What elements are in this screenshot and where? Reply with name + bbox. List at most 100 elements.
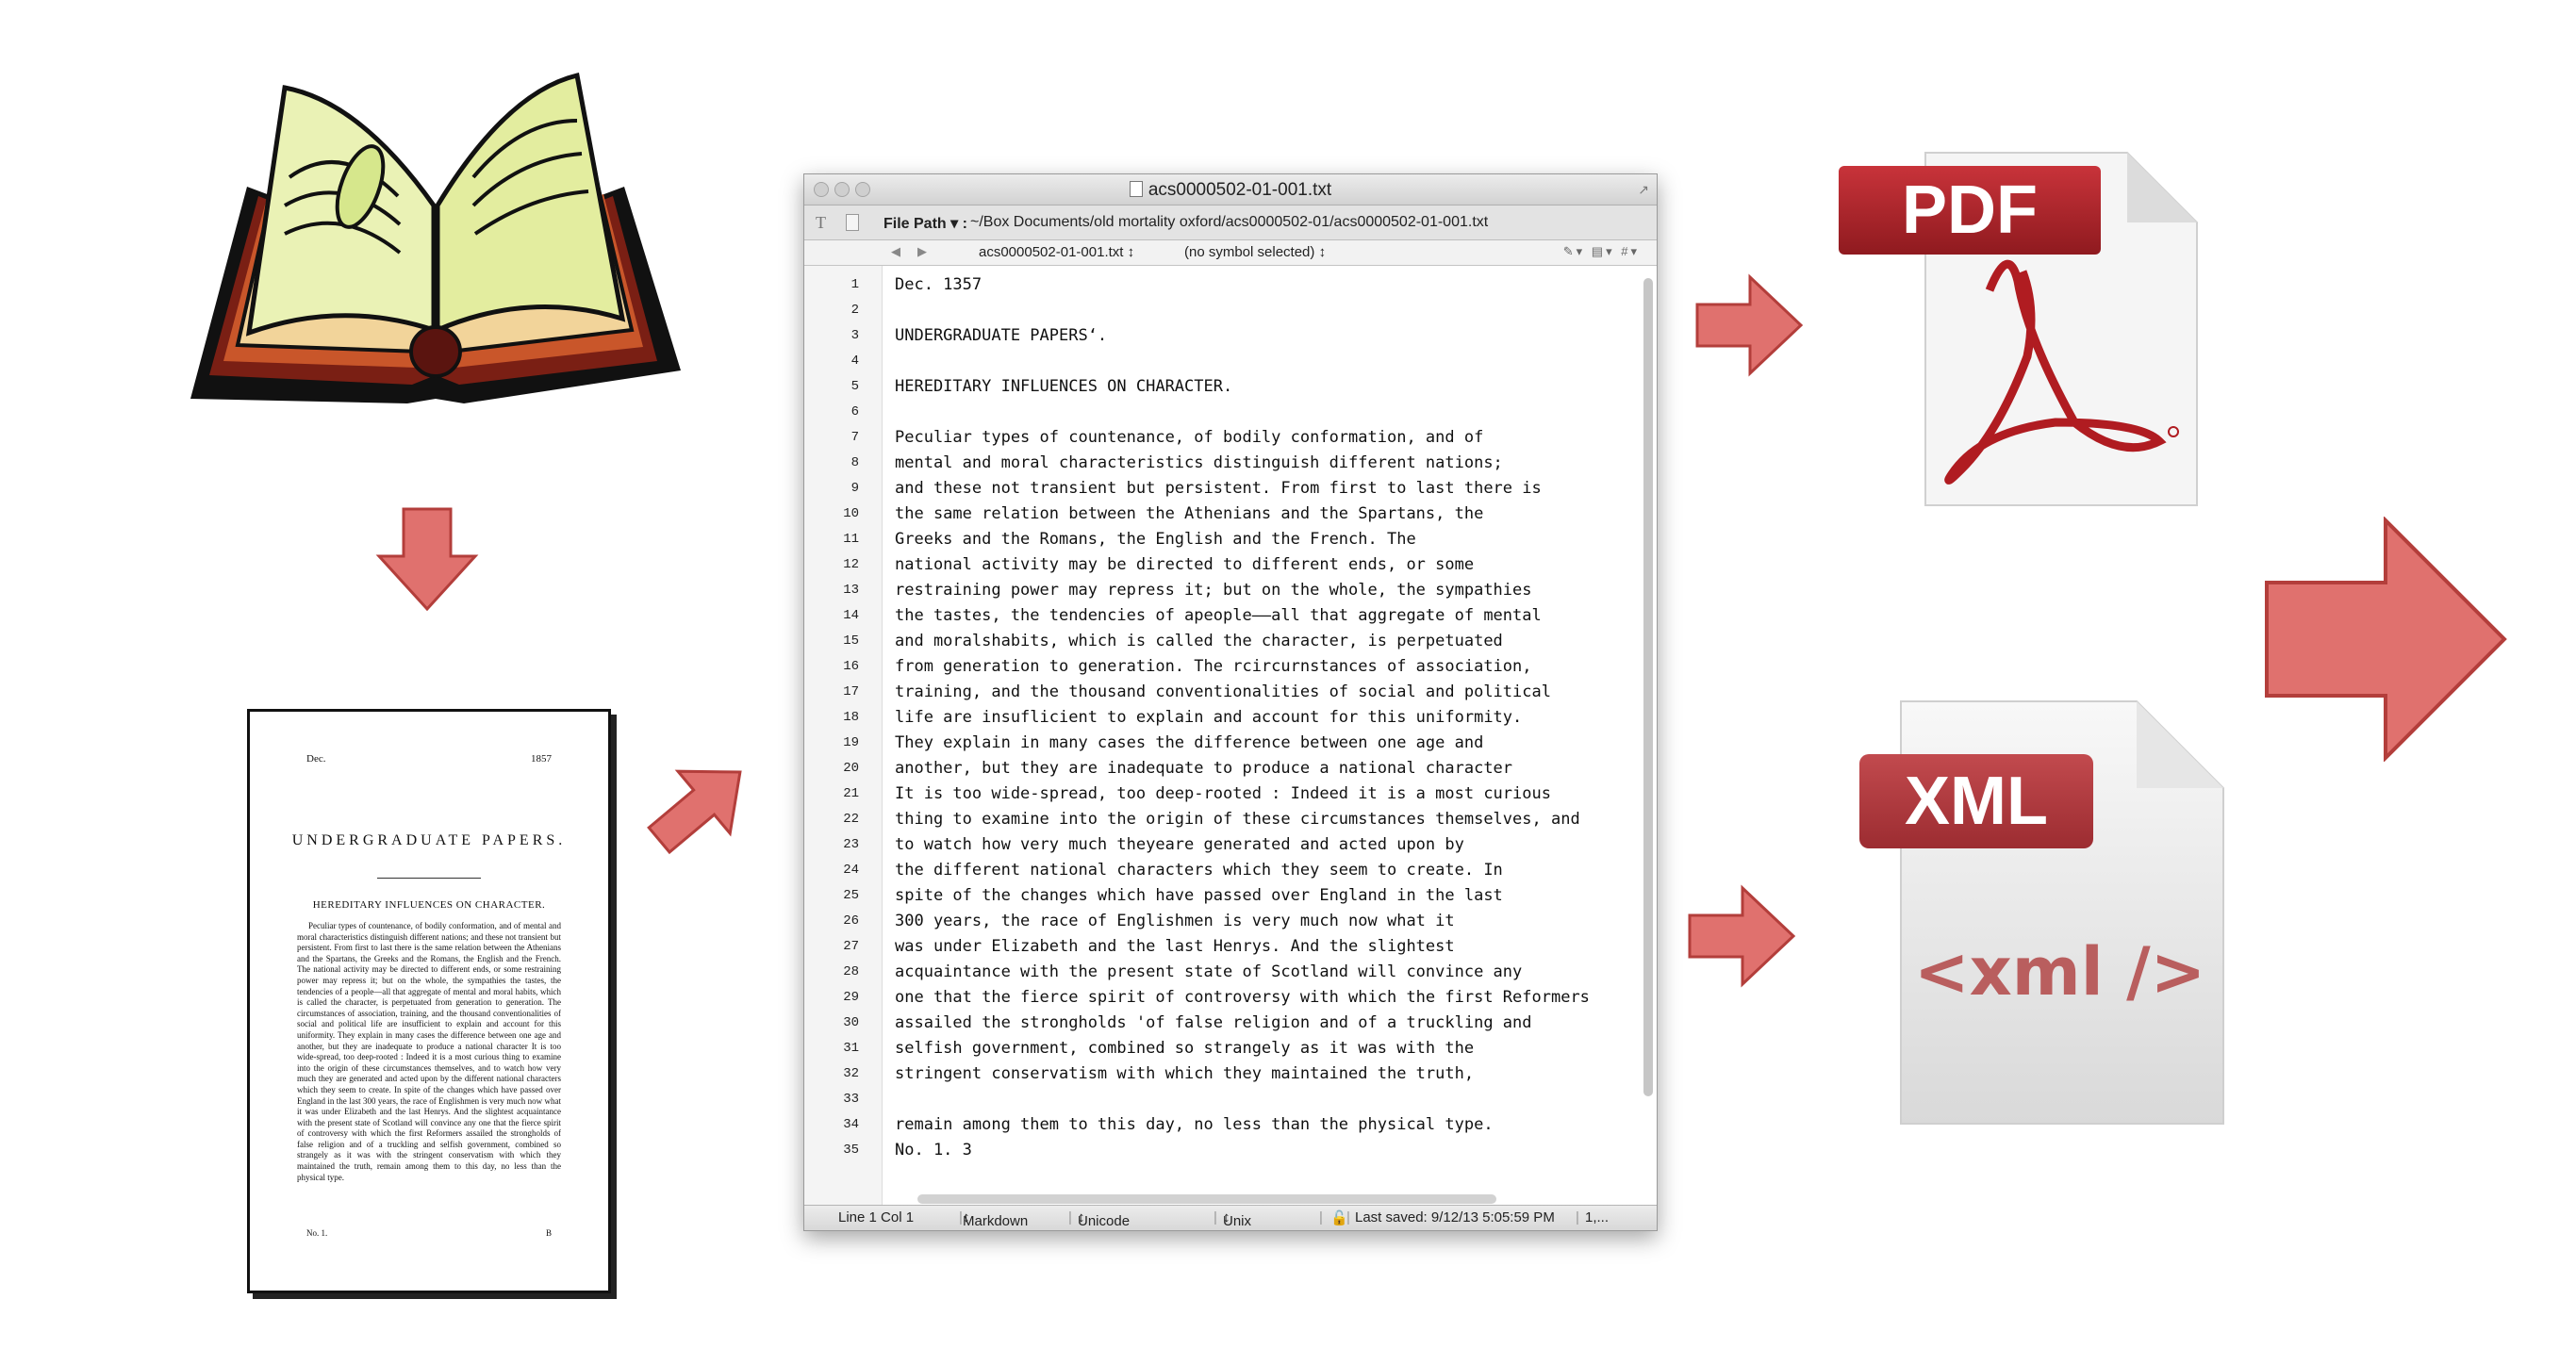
language-selector[interactable]: Markdown ↕ [963, 1209, 1028, 1229]
window-title: acs0000502-01-001.txt [804, 180, 1657, 201]
line-number: 14 [843, 608, 859, 623]
line-number: 31 [843, 1041, 859, 1056]
code-line[interactable]: UNDERGRADUATE PAPERSʻ. [895, 323, 1638, 349]
code-line[interactable]: from generation to generation. The rcirc… [895, 654, 1638, 680]
code-line[interactable]: Greeks and the Romans, the English and t… [895, 527, 1638, 552]
code-line[interactable]: and these not transient but persistent. … [895, 476, 1638, 502]
line-number: 21 [843, 786, 859, 801]
code-line[interactable]: mental and moral characteristics disting… [895, 451, 1638, 476]
scan-subtitle: HEREDITARY INFLUENCES ON CHARACTER. [312, 899, 546, 911]
file-selector[interactable]: acs0000502-01-001.txt ↕ [979, 244, 1134, 260]
code-line[interactable]: They explain in many cases the differenc… [895, 731, 1638, 756]
code-line[interactable]: national activity may be directed to dif… [895, 552, 1638, 578]
line-number: 18 [843, 710, 859, 725]
line-number: 16 [843, 659, 859, 674]
document-icon [1129, 181, 1143, 197]
line-number: 35 [843, 1143, 859, 1158]
code-line[interactable]: restraining power may repress it; but on… [895, 578, 1638, 603]
line-number: 23 [843, 837, 859, 852]
text-tool-icon[interactable]: T [816, 213, 826, 233]
scan-rule [377, 878, 481, 879]
xml-badge: XML [1859, 754, 2093, 848]
code-line[interactable]: 300 years, the race of Englishmen is ver… [895, 909, 1638, 934]
title-bar: acs0000502-01-001.txt ↗ [804, 174, 1657, 206]
line-number: 25 [843, 888, 859, 903]
file-path-menu[interactable]: File Path ▾ : [883, 214, 967, 233]
code-line[interactable]: stringent conservatism with which they m… [895, 1061, 1638, 1087]
scan-title: UNDERGRADUATE PAPERS. [291, 832, 567, 848]
code-line[interactable]: thing to examine into the origin of thes… [895, 807, 1638, 832]
scan-header-left: Dec. [306, 753, 326, 765]
code-line[interactable]: HEREDITARY INFLUENCES ON CHARACTER. [895, 374, 1638, 400]
code-line[interactable]: selfish government, combined so strangel… [895, 1036, 1638, 1061]
line-number: 20 [843, 761, 859, 776]
scan-header-right: 1857 [531, 753, 552, 765]
code-line[interactable]: was under Elizabeth and the last Henrys.… [895, 934, 1638, 960]
scan-body: Peculiar types of countenance, of bodily… [297, 921, 561, 1182]
line-number: 27 [843, 939, 859, 954]
file-path: ~/Box Documents/old mortality oxford/acs… [970, 214, 1489, 230]
status-extra: 1,... [1585, 1209, 1610, 1225]
line-number: 22 [843, 812, 859, 827]
line-number: 29 [843, 990, 859, 1005]
scan-footer-left: No. 1. [306, 1228, 328, 1238]
code-line[interactable]: one that the fierce spirit of controvers… [895, 985, 1638, 1011]
line-endings-selector[interactable]: Unix (LF) ↕ [1223, 1209, 1251, 1230]
last-saved: Last saved: 9/12/13 5:05:59 PM [1355, 1209, 1555, 1225]
code-line[interactable]: to watch how very much theyeare generate… [895, 832, 1638, 858]
code-line[interactable]: assailed the strongholds 'of false relig… [895, 1011, 1638, 1036]
code-line[interactable]: life are insuflicient to explain and acc… [895, 705, 1638, 731]
arrow-right-icon [1688, 884, 1797, 988]
pdf-badge: PDF [1839, 166, 2101, 255]
line-number: 7 [850, 430, 859, 445]
horizontal-scrollbar[interactable] [917, 1194, 1496, 1204]
line-number: 19 [843, 735, 859, 750]
line-number: 12 [843, 557, 859, 572]
line-number: 4 [850, 354, 859, 369]
lock-icon[interactable]: 🔓 [1330, 1209, 1348, 1226]
code-line[interactable]: remain among them to this day, no less t… [895, 1112, 1638, 1138]
code-line[interactable]: No. 1. 3 [895, 1138, 1638, 1163]
code-line[interactable]: Peculiar types of countenance, of bodily… [895, 425, 1638, 451]
code-line[interactable]: acquaintance with the present state of S… [895, 960, 1638, 985]
xml-file-icon: XML <xml /> [1854, 698, 2231, 1131]
code-line[interactable]: the same relation between the Athenians … [895, 502, 1638, 527]
line-number: 13 [843, 583, 859, 598]
line-number: 10 [843, 506, 859, 521]
code-line[interactable]: the tastes, the tendencies of apeople——a… [895, 603, 1638, 629]
code-line[interactable]: and moralshabits, which is called the ch… [895, 629, 1638, 654]
symbol-selector[interactable]: (no symbol selected) ↕ [1184, 244, 1326, 260]
document-tool-icon[interactable] [846, 214, 859, 231]
status-bar: Line 1 Col 1 | Markdown ↕ | Unicode (UTF… [804, 1205, 1657, 1230]
code-line[interactable]: It is too wide-spread, too deep-rooted :… [895, 781, 1638, 807]
code-line[interactable]: training, and the thousand conventionali… [895, 680, 1638, 705]
code-line[interactable]: spite of the changes which have passed o… [895, 883, 1638, 909]
back-icon[interactable]: ◀ [891, 244, 900, 259]
code-line[interactable]: Dec. 1357 [895, 272, 1638, 298]
line-number: 2 [850, 303, 859, 318]
vertical-scrollbar[interactable] [1643, 278, 1653, 1096]
line-number: 15 [843, 633, 859, 649]
toolbar-tools-icon[interactable]: ✎▾ ▤▾ #▾ [1563, 244, 1640, 259]
encoding-selector[interactable]: Unicode (UTF-8) ↕ [1078, 1209, 1130, 1230]
navigation-bar: ◀ ▶ acs0000502-01-001.txt ↕ (no symbol s… [804, 240, 1657, 266]
code-line[interactable] [895, 349, 1638, 374]
fullscreen-icon[interactable]: ↗ [1638, 182, 1649, 198]
code-line[interactable]: the different national characters which … [895, 858, 1638, 883]
line-number: 11 [843, 532, 859, 547]
code-line[interactable] [895, 1087, 1638, 1112]
arrow-up-right-icon [643, 754, 756, 858]
line-number: 26 [843, 913, 859, 929]
forward-icon[interactable]: ▶ [917, 244, 927, 259]
open-book-icon [181, 64, 690, 403]
line-number: 17 [843, 684, 859, 699]
code-line[interactable] [895, 400, 1638, 425]
text-area[interactable]: Dec. 1357 UNDERGRADUATE PAPERSʻ. HEREDITAR… [895, 272, 1638, 1163]
line-number: 5 [850, 379, 859, 394]
xml-tag-label: <xml /> [1914, 933, 2206, 1011]
line-number: 1 [850, 277, 859, 292]
code-line[interactable]: another, but they are inadequate to prod… [895, 756, 1638, 781]
cursor-position: Line 1 Col 1 [838, 1209, 915, 1225]
code-line[interactable] [895, 298, 1638, 323]
line-number: 24 [843, 863, 859, 878]
